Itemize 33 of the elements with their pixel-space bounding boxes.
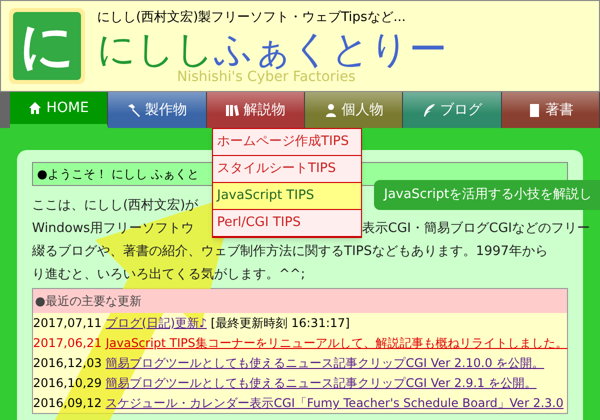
tooltip: JavaScriptを活用する小技を解説し — [374, 180, 600, 210]
news-link[interactable]: スケジュール・カレンダー表示CGI「Fumy Teacher's Schedule Board」Ver 2.3.0 — [106, 394, 564, 412]
news-link[interactable]: ブログ(日記)更新♪ — [106, 314, 207, 332]
news-date: 2016,10,29 — [33, 375, 102, 392]
nav-tab[interactable]: HOME — [10, 92, 108, 128]
news-note: [最終更新時刻 16:31:17] — [210, 315, 350, 332]
home-icon — [28, 101, 42, 115]
nav-tab[interactable]: 製作物 — [108, 92, 207, 128]
news-date: 2017,07,11 — [33, 315, 102, 332]
news-date: 2016,09,12 — [33, 395, 102, 412]
section-heading: ●最近の主要な更新 — [33, 289, 567, 313]
nav-tab[interactable]: 解説物 — [206, 92, 305, 128]
news-link[interactable]: JavaScript TIPS集コーナーをリニューアルして、解説記事も概ねリライトしました。 — [106, 334, 568, 352]
feather-icon — [422, 103, 436, 117]
site-tagline: にしし(西村文宏)製フリーソフト・ウェブTipsなど... — [97, 9, 407, 28]
menu-item[interactable]: JavaScript TIPS — [213, 183, 361, 210]
person-icon — [324, 103, 338, 117]
books-icon — [225, 103, 240, 117]
site-title: ふぁくとりー — [214, 30, 447, 68]
logo-icon: に — [9, 8, 85, 84]
site-title: にしし — [97, 30, 214, 68]
book-icon — [527, 103, 542, 117]
nav-tab[interactable]: ブログ — [403, 92, 502, 128]
menu-item[interactable]: ホームページ作成TIPS — [213, 129, 361, 156]
news-date: 2017,06,21 — [33, 335, 102, 352]
nav-tab[interactable]: 著書 — [502, 92, 600, 128]
news-link[interactable]: 簡易ブログツールとしても使えるニュース記事クリップCGI Ver 2.9.1 を公開。 — [106, 374, 537, 392]
hammer-icon — [126, 103, 141, 117]
news-date: 2016,12,03 — [33, 355, 102, 372]
paragraph-text: ここは、にしし(西村文宏)が — [32, 196, 198, 215]
nav-tab[interactable]: 個人物 — [304, 92, 404, 128]
menu-item[interactable]: Perl/CGI TIPS — [213, 210, 361, 237]
site-subtitle: Nishishi's Cyber Factories — [177, 70, 356, 84]
